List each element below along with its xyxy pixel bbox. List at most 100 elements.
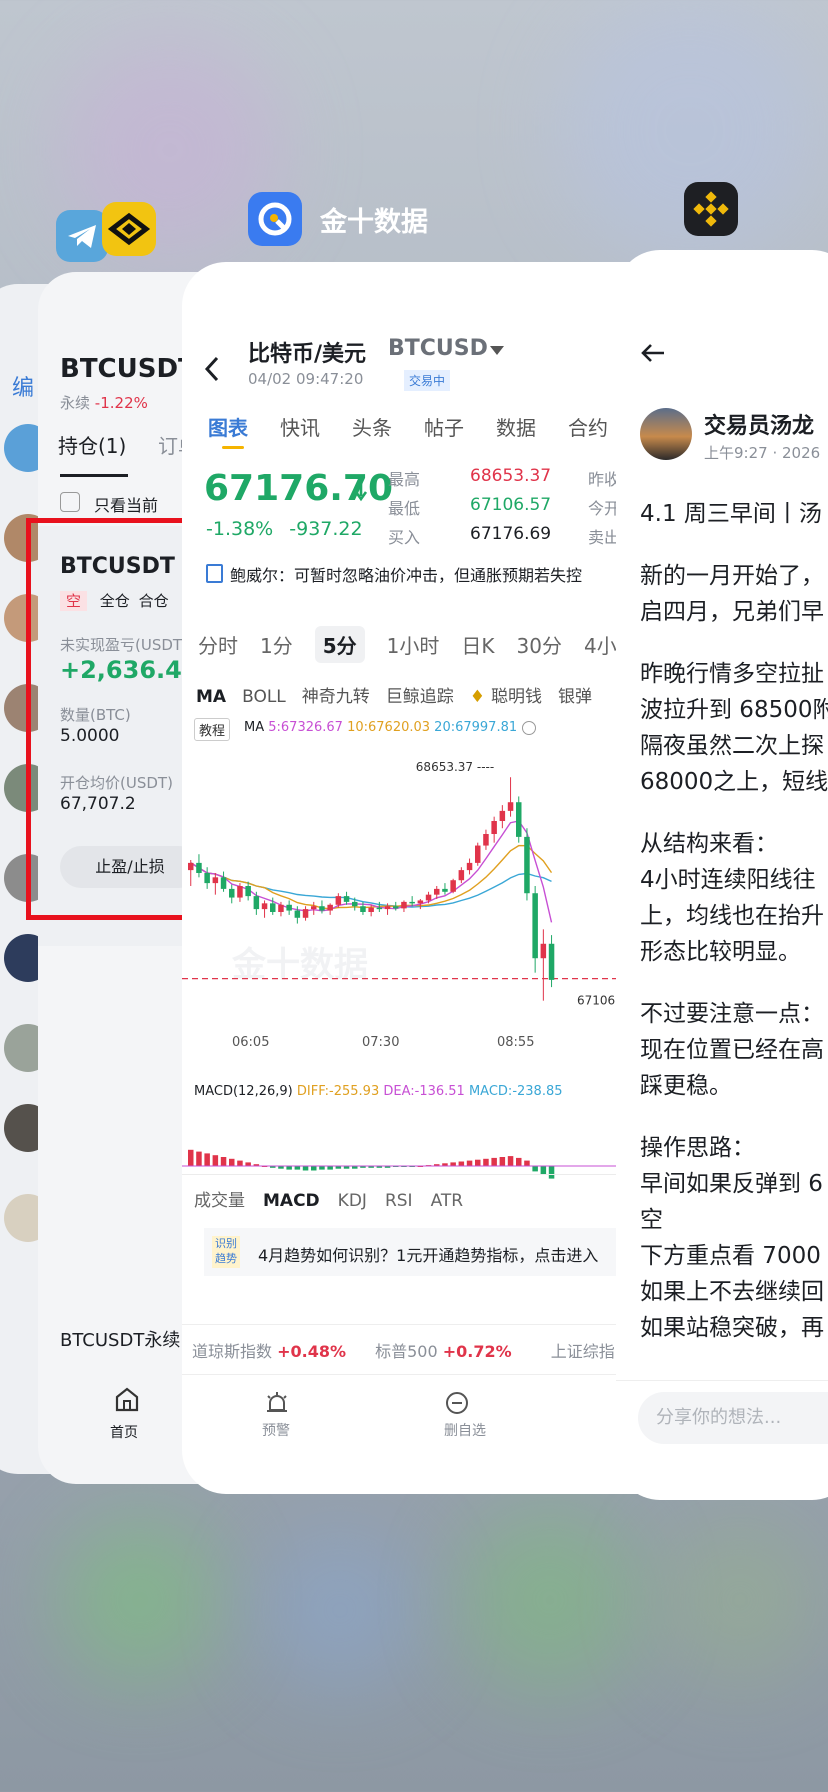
tf-daily[interactable]: 日K [461, 630, 494, 659]
candlestick-chart[interactable]: 金十数据68653.37 ----67106.5706:05 07:30 08:55 [182, 746, 682, 1306]
candle-body [311, 906, 317, 910]
macd-bar [220, 1157, 227, 1166]
nav-remove-watchlist[interactable]: 删自选 [444, 1420, 486, 1440]
app-card-binance-post[interactable]: 交易员汤龙 上午9:27 · 2026 4.1 周三早间丨汤 新的一月开始了， … [616, 250, 828, 1500]
tf-1h[interactable]: 1小时 [387, 630, 440, 659]
ticker-dji-name[interactable]: 道琼斯指数 [192, 1342, 272, 1361]
alarm-icon[interactable] [264, 1390, 290, 1420]
candle-body [245, 886, 251, 897]
candle-body [499, 810, 506, 821]
asset-title: 比特币/美元 [248, 342, 367, 367]
ind-td9[interactable]: 神奇九转 [302, 682, 370, 707]
ind-boll[interactable]: BOLL [242, 687, 286, 707]
ticker-sse-name[interactable]: 上证综指 [551, 1342, 615, 1361]
post-meta: 上午9:27 · 2026 [704, 444, 821, 462]
nav-home[interactable]: 首页 [110, 1422, 138, 1442]
candle-body [286, 904, 292, 911]
tab-chart[interactable]: 图表 [208, 412, 248, 441]
time-tick-label: 08:55 [497, 1035, 534, 1050]
change-abs: -937.22 [289, 518, 363, 540]
wing-app-icon[interactable] [102, 202, 156, 256]
telegram-app-icon[interactable] [56, 210, 108, 262]
post-line-9: 上，均线也在抬升 [640, 903, 824, 929]
candle-body [507, 802, 514, 811]
bottom-ind-kdj[interactable]: KDJ [338, 1191, 367, 1211]
tab-positions[interactable]: 持仓(1) [58, 430, 126, 459]
candle-body [483, 834, 489, 846]
ma10-line [190, 844, 553, 910]
candle-body [450, 880, 456, 892]
candle-body [524, 836, 530, 894]
ind-silver[interactable]: 银弹 [558, 682, 592, 707]
candle-body [212, 877, 219, 884]
candle-body [491, 821, 497, 834]
tf-1m[interactable]: 1分 [260, 630, 293, 659]
tutorial-button[interactable]: 教程 [194, 718, 231, 741]
down-arrow-icon [354, 480, 368, 506]
dropdown-icon[interactable] [490, 346, 504, 355]
candle-body [302, 909, 309, 918]
asset-code[interactable]: BTCUSD [388, 336, 488, 361]
back-arrow-icon[interactable] [640, 342, 666, 368]
bottom-ind-rsi[interactable]: RSI [385, 1191, 413, 1211]
candle-body [475, 845, 481, 863]
stat-low-value: 67106.57 [470, 495, 552, 515]
macd-bar [507, 1156, 514, 1166]
macd-bar [294, 1166, 301, 1170]
tf-30m[interactable]: 30分 [517, 630, 562, 659]
divider-2 [182, 1324, 682, 1325]
macd-bar [532, 1166, 538, 1172]
tf-5m[interactable]: 5分 [314, 626, 365, 663]
candle-body [343, 896, 350, 902]
macd-bar [450, 1162, 456, 1166]
back-arrow-icon[interactable] [202, 354, 222, 388]
post-line-14: 操作思路： [640, 1135, 755, 1161]
tf-intraday[interactable]: 分时 [198, 630, 238, 659]
candle-body [352, 901, 358, 907]
tab-contracts[interactable]: 合约 [568, 412, 608, 441]
candle-body [319, 906, 325, 911]
ma20-line [190, 862, 552, 908]
author-name[interactable]: 交易员汤龙 [704, 408, 814, 440]
bottom-ind-volume[interactable]: 成交量 [194, 1191, 245, 1211]
candle-body [458, 870, 465, 881]
post-line-1: 新的一月开始了， [640, 563, 824, 589]
edit-label[interactable]: 编 [12, 370, 34, 402]
candle-body [294, 910, 301, 918]
ma-info-icon[interactable] [522, 721, 536, 735]
candle-body [196, 862, 202, 873]
remove-watchlist-icon[interactable] [444, 1390, 470, 1420]
news-ticker[interactable]: 鲍威尔：可暂时忽略油价冲击，但通胀预期若失控 [230, 562, 582, 586]
tab-data[interactable]: 数据 [496, 412, 536, 441]
tab-posts[interactable]: 帖子 [424, 412, 464, 441]
macd-bar [188, 1149, 194, 1166]
only-current-checkbox[interactable] [60, 492, 80, 512]
tab-headlines[interactable]: 头条 [352, 412, 392, 441]
jin10-app-icon[interactable] [248, 192, 302, 246]
post-line-13: 踩更稳。 [640, 1073, 732, 1099]
macd-bar [245, 1162, 251, 1166]
author-avatar[interactable] [640, 408, 692, 460]
ind-whale[interactable]: 巨鲸追踪 [386, 682, 454, 707]
macd-bar [499, 1157, 506, 1166]
app-card-jin10[interactable]: 比特币/美元 BTCUSD 04/02 09:47:20 交易中 图表 快讯 头条 帖… [182, 262, 682, 1494]
macd-value: MACD:-238.85 [468, 1084, 563, 1099]
home-icon[interactable] [112, 1384, 142, 1418]
macd-dea: DEA:-136.51 [383, 1084, 465, 1099]
macd-bar [229, 1158, 235, 1166]
bottom-ind-atr[interactable]: ATR [431, 1191, 464, 1211]
candle-body [401, 901, 407, 909]
binance-app-icon[interactable] [684, 182, 738, 236]
ma20-value: 20:67997.81 [434, 720, 518, 735]
tab-flash[interactable]: 快讯 [280, 412, 320, 441]
nav-alert[interactable]: 预警 [262, 1420, 290, 1440]
ticker-spx-name[interactable]: 标普500 [375, 1342, 438, 1361]
bottom-ind-macd[interactable]: MACD [263, 1191, 320, 1211]
ind-smart-money[interactable]: 聪明钱 [491, 682, 542, 707]
macd-bar [311, 1166, 317, 1171]
macd-bar [196, 1151, 202, 1166]
macd-bar [204, 1153, 210, 1166]
macd-bar [491, 1157, 497, 1166]
comment-input[interactable]: 分享你的想法... [638, 1392, 828, 1444]
ind-ma[interactable]: MA [196, 687, 226, 707]
